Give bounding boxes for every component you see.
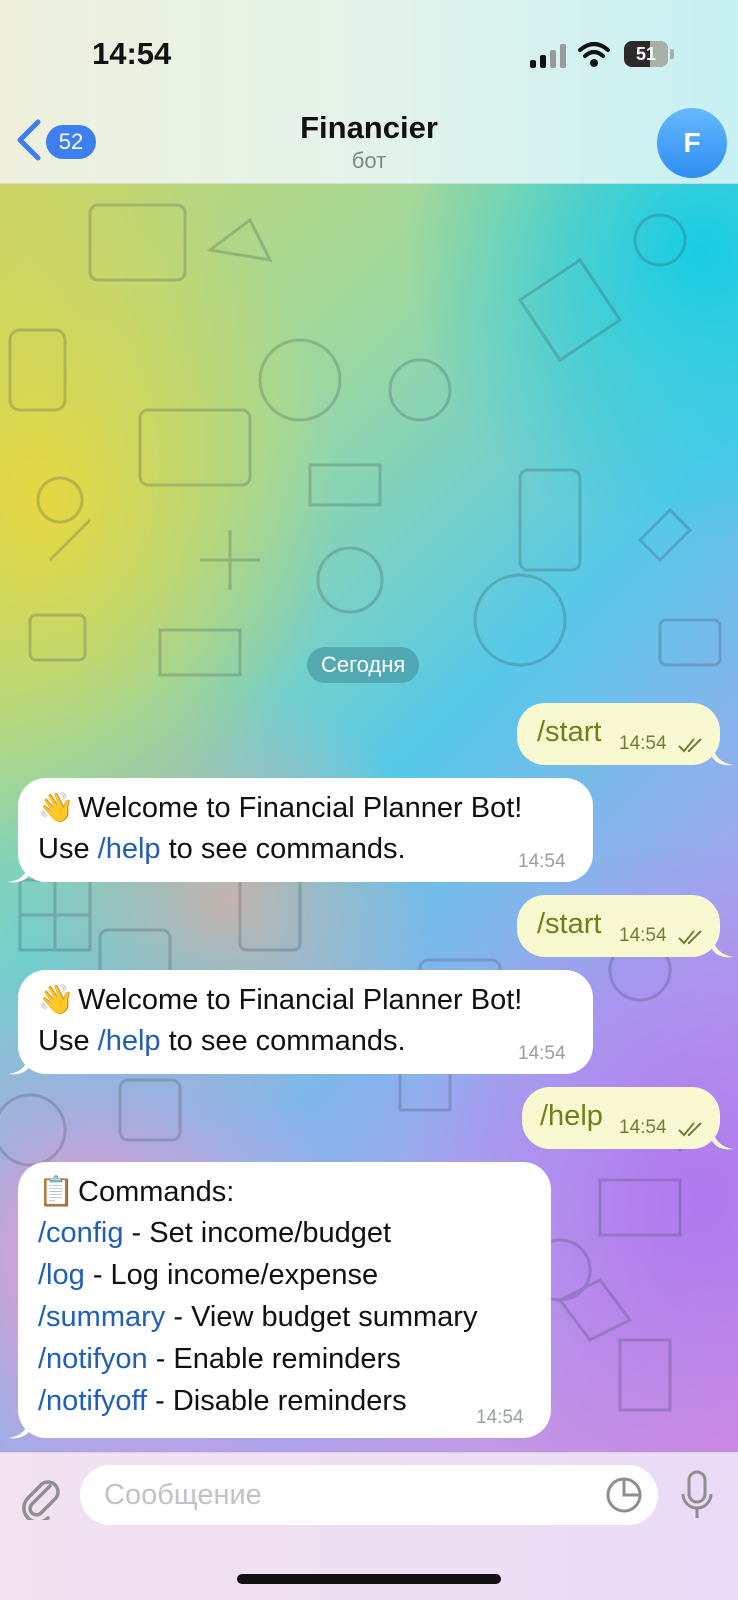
command-line: /notifyoff - Disable reminders <box>38 1385 407 1418</box>
wave-emoji: 👋 <box>38 984 75 1016</box>
read-checks-icon <box>678 1122 702 1137</box>
date-separator: Сегодня <box>307 647 420 683</box>
command-line: /summary - View budget summary <box>38 1301 477 1334</box>
command-link-notifyoff[interactable]: /notifyoff <box>38 1385 147 1417</box>
incoming-message[interactable]: 👋 Welcome to Financial Planner Bot! Use /… <box>18 970 593 1074</box>
chat-header: 14:54 51 52 Financier бот F <box>0 0 738 184</box>
command-link-summary[interactable]: /summary <box>38 1301 165 1333</box>
command-line: /log - Log income/expense <box>38 1259 378 1292</box>
battery-level: 51 <box>635 43 657 64</box>
incoming-message[interactable]: 👋 Welcome to Financial Planner Bot! Use /… <box>18 778 593 882</box>
battery-tip <box>670 49 674 59</box>
command-line: /config - Set income/budget <box>38 1217 391 1250</box>
message-time: 14:54 <box>619 733 667 754</box>
message-line: 👋 Welcome to Financial Planner Bot! <box>38 791 522 825</box>
message-text: /help <box>540 1100 603 1132</box>
bubble-tail <box>712 1129 734 1150</box>
message-time: 14:54 <box>619 925 667 946</box>
message-line: 📋 Commands: <box>38 1175 234 1209</box>
message-time: 14:54 <box>476 1407 524 1428</box>
message-time: 14:54 <box>619 1117 667 1138</box>
outgoing-message[interactable]: /start 14:54 <box>517 895 720 957</box>
command-link-help[interactable]: /help <box>98 1025 161 1057</box>
command-link-config[interactable]: /config <box>38 1217 123 1249</box>
read-checks-icon <box>678 738 702 753</box>
battery-indicator: 51 <box>624 41 668 67</box>
message-time: 14:54 <box>518 1043 566 1064</box>
message-line: 👋 Welcome to Financial Planner Bot! <box>38 983 522 1017</box>
home-indicator[interactable] <box>237 1574 501 1584</box>
bubble-tail <box>8 862 30 883</box>
paperclip-icon[interactable] <box>20 1474 62 1520</box>
message-text: to see commands. <box>160 833 406 865</box>
message-input[interactable]: Сообщение <box>80 1465 658 1525</box>
wifi-icon <box>578 42 610 67</box>
bot-avatar[interactable]: F <box>657 108 727 178</box>
message-line: Use /help to see commands. <box>38 833 406 866</box>
command-description: - Log income/expense <box>84 1259 379 1291</box>
command-description: - View budget summary <box>165 1301 478 1333</box>
command-description: - Enable reminders <box>147 1343 401 1375</box>
message-text: Welcome to Financial Planner Bot! <box>78 984 523 1016</box>
message-time: 14:54 <box>518 851 566 872</box>
command-link-notifyon[interactable]: /notifyon <box>38 1343 148 1375</box>
message-text: Commands: <box>78 1176 235 1208</box>
microphone-icon[interactable] <box>680 1470 714 1520</box>
command-link-log[interactable]: /log <box>38 1259 85 1291</box>
cellular-signal-icon <box>530 44 566 68</box>
status-time: 14:54 <box>92 36 172 71</box>
message-text: Use <box>38 1025 98 1057</box>
chat-subtitle: бот <box>351 148 387 173</box>
sticker-icon[interactable] <box>605 1476 643 1514</box>
bubble-tail <box>8 1418 30 1439</box>
read-checks-icon <box>678 930 702 945</box>
wave-emoji: 👋 <box>38 792 75 824</box>
outgoing-message[interactable]: /start 14:54 <box>517 703 720 765</box>
message-text: Welcome to Financial Planner Bot! <box>78 792 523 824</box>
message-line: Use /help to see commands. <box>38 1025 406 1058</box>
message-text: to see commands. <box>160 1025 406 1057</box>
incoming-message[interactable]: 📋 Commands: /config - Set income/budget /… <box>18 1162 551 1438</box>
command-description: - Disable reminders <box>147 1385 407 1417</box>
message-text: /start <box>537 716 602 748</box>
bubble-tail <box>712 937 734 958</box>
chat-title[interactable]: Financier <box>0 110 738 146</box>
command-description: - Set income/budget <box>123 1217 392 1249</box>
message-text: Use <box>38 833 98 865</box>
bubble-tail <box>712 745 734 766</box>
message-text: /start <box>537 908 602 940</box>
command-line: /notifyon - Enable reminders <box>38 1343 401 1376</box>
bubble-tail <box>8 1054 30 1075</box>
outgoing-message[interactable]: /help 14:54 <box>522 1087 720 1149</box>
command-link-help[interactable]: /help <box>98 833 161 865</box>
clipboard-emoji: 📋 <box>38 1176 75 1208</box>
